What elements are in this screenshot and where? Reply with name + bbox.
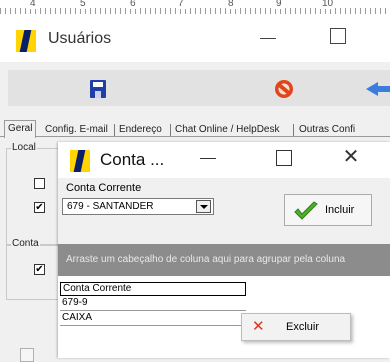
chevron-down-icon[interactable] (196, 200, 211, 213)
dialog-close-button[interactable]: ✕ (340, 146, 362, 168)
dialog-maximize-button[interactable] (276, 150, 292, 166)
toolbar (0, 62, 390, 114)
column-header-conta-corrente[interactable]: Conta Corrente (60, 282, 246, 296)
incluir-label: Incluir (325, 204, 355, 216)
group-by-panel[interactable]: Arraste um cabeçalho de coluna aqui para… (58, 244, 390, 276)
tab-separator (293, 124, 294, 136)
dialog-title: Conta ... (100, 150, 165, 169)
conta-corrente-selected-value: 679 - SANTANDER (67, 201, 154, 212)
dialog-titlebar: Conta ... ✕ (58, 142, 390, 178)
group-by-hint: Arraste um cabeçalho de coluna aqui para… (66, 254, 346, 265)
ruler-number: 6 (128, 0, 138, 9)
dialog-minimize-button[interactable] (198, 148, 218, 168)
tab-geral[interactable]: Geral (4, 120, 37, 138)
footer-icon[interactable] (20, 348, 34, 362)
tab-config-email[interactable]: Config. E-mail (42, 123, 111, 137)
app-logo-icon (16, 30, 36, 52)
ruler-number: 8 (226, 0, 236, 9)
toolbar-panel (8, 70, 390, 106)
table-cell: CAIXA (62, 312, 93, 323)
checkmark-icon (294, 201, 318, 220)
back-arrow-icon[interactable] (366, 82, 390, 96)
app-logo-icon (70, 150, 90, 172)
delete-icon: ✕ (252, 318, 265, 335)
window-titlebar: Usuários (0, 18, 390, 62)
context-menu: ✕ Excluir (241, 313, 351, 341)
table-cell: 679-9 (62, 297, 88, 308)
incluir-button[interactable]: Incluir (284, 194, 372, 226)
tab-outras-config[interactable]: Outras Confi (296, 123, 358, 137)
tab-separator (114, 124, 115, 136)
ruler-number: 5 (78, 0, 88, 9)
ruler-number: 9 (274, 0, 284, 9)
ruler-number: 10 (320, 0, 336, 9)
group-label-local: Local (11, 142, 37, 153)
tab-endereco[interactable]: Endereço (116, 123, 165, 137)
ruler-number: 7 (176, 0, 186, 9)
ruler-number: 4 (28, 0, 38, 9)
conta-corrente-select[interactable]: 679 - SANTANDER (62, 198, 214, 215)
minimize-button[interactable] (258, 28, 278, 48)
group-label-conta: Conta (11, 238, 40, 249)
table-row[interactable]: CAIXA (60, 311, 246, 326)
ruler: 4 5 6 7 8 9 10 (0, 0, 390, 19)
local-checkbox-2[interactable]: ✔ (34, 202, 45, 213)
tab-chat-helpdesk[interactable]: Chat Online / HelpDesk (172, 123, 283, 137)
window-title: Usuários (48, 30, 112, 47)
tab-bar: Geral Config. E-mail Endereço Chat Onlin… (0, 120, 390, 138)
conta-checkbox[interactable]: ✔ (34, 264, 45, 275)
maximize-button[interactable] (330, 28, 346, 44)
conta-corrente-label: Conta Corrente (66, 182, 142, 194)
local-checkbox-1[interactable] (34, 178, 45, 189)
column-header-label: Conta Corrente (63, 283, 132, 294)
excluir-menu-item[interactable]: Excluir (286, 321, 319, 333)
cancel-icon[interactable] (275, 80, 293, 98)
save-icon[interactable] (90, 80, 106, 98)
tab-separator (170, 124, 171, 136)
table-row[interactable]: 679-9 (60, 296, 246, 311)
